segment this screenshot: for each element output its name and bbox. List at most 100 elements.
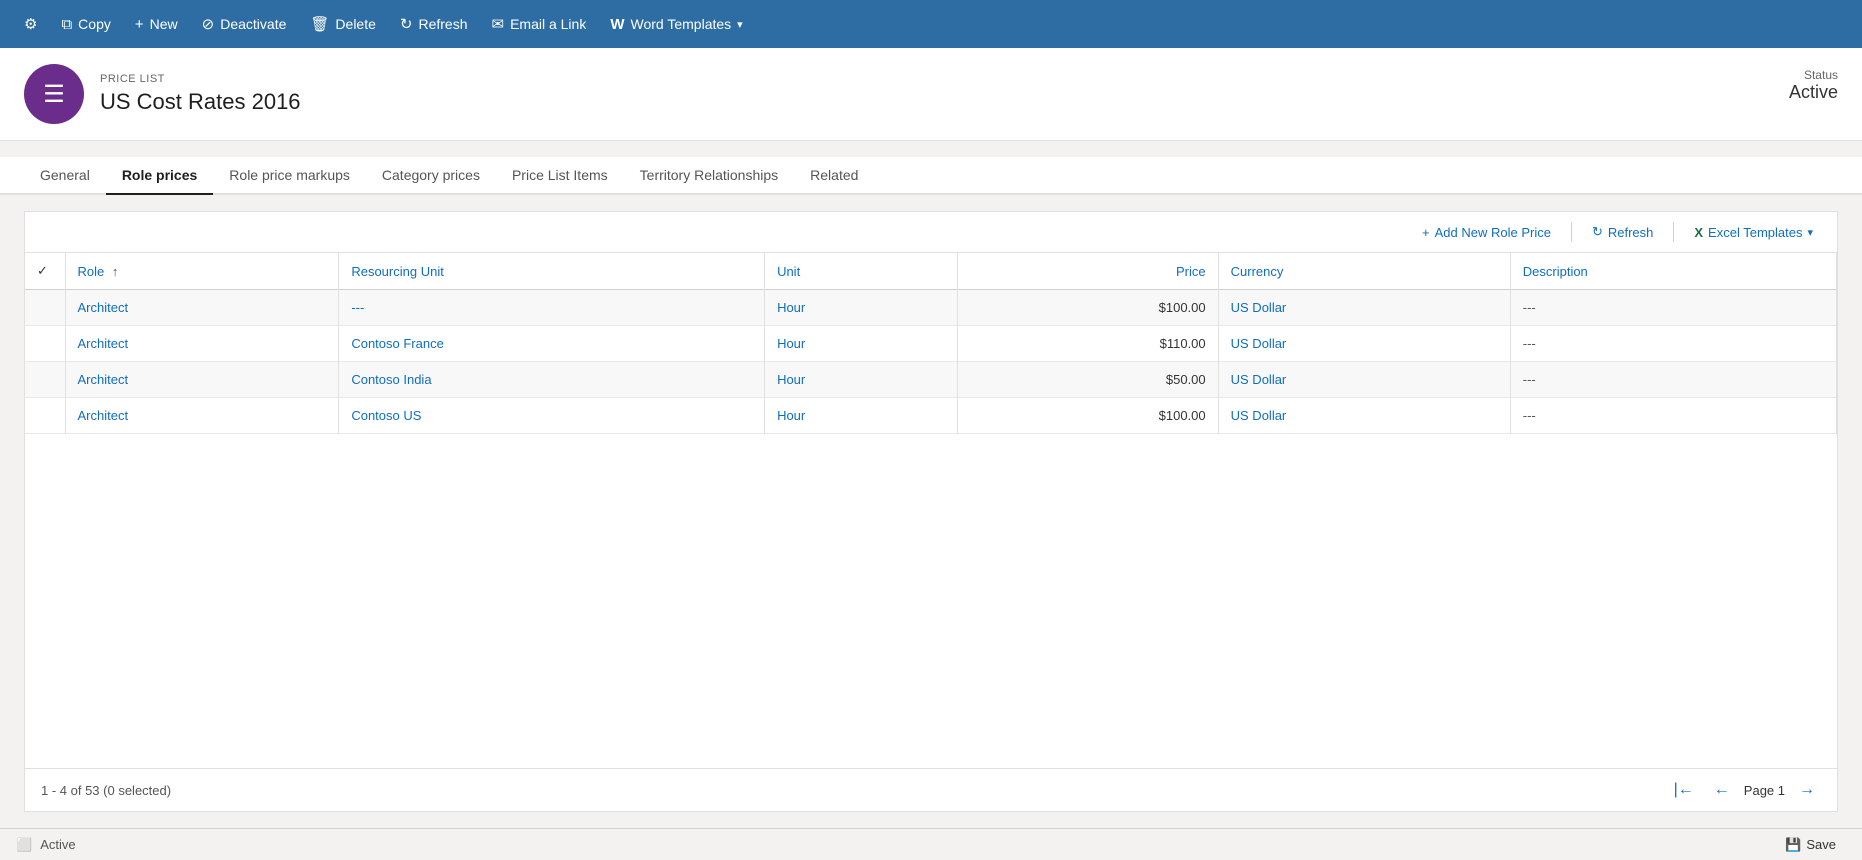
word-icon: W bbox=[610, 16, 624, 33]
row-role[interactable]: Architect bbox=[65, 290, 339, 326]
settings-icon: ⚙ bbox=[24, 15, 37, 33]
th-check[interactable]: ✓ bbox=[25, 253, 65, 290]
grid-panel: + Add New Role Price ↻ Refresh X Excel T… bbox=[24, 211, 1838, 812]
sort-icon: ↑ bbox=[112, 264, 119, 279]
first-page-button[interactable]: |← bbox=[1668, 779, 1700, 801]
grid-refresh-button[interactable]: ↻ Refresh bbox=[1584, 220, 1661, 244]
row-resourcing-unit[interactable]: --- bbox=[339, 290, 765, 326]
table-row[interactable]: Architect --- Hour $100.00 US Dollar --- bbox=[25, 290, 1837, 326]
dropdown-chevron-icon: ▾ bbox=[737, 18, 743, 31]
row-description: --- bbox=[1510, 290, 1836, 326]
table-body: Architect --- Hour $100.00 US Dollar ---… bbox=[25, 290, 1837, 434]
status-bar-icon: ⬜ bbox=[16, 837, 32, 853]
refresh-button[interactable]: ↻ Refresh bbox=[388, 9, 480, 39]
record-name: US Cost Rates 2016 bbox=[100, 89, 1838, 115]
status-bar-right: 💾 Save bbox=[1775, 833, 1846, 857]
row-check[interactable] bbox=[25, 398, 65, 434]
copy-button[interactable]: ⧉ Copy bbox=[49, 10, 122, 39]
tabs-bar: General Role prices Role price markups C… bbox=[0, 157, 1862, 195]
row-unit[interactable]: Hour bbox=[765, 290, 958, 326]
settings-button[interactable]: ⚙ bbox=[12, 9, 49, 39]
row-currency[interactable]: US Dollar bbox=[1218, 290, 1510, 326]
row-role[interactable]: Architect bbox=[65, 398, 339, 434]
new-icon: + bbox=[135, 16, 144, 33]
record-type: PRICE LIST bbox=[100, 73, 1838, 85]
row-resourcing-unit[interactable]: Contoso France bbox=[339, 326, 765, 362]
status-bar: ⬜ Active 💾 Save bbox=[0, 828, 1862, 860]
tab-territory-relationships[interactable]: Territory Relationships bbox=[624, 157, 795, 195]
word-templates-button[interactable]: W Word Templates ▾ bbox=[598, 10, 754, 39]
row-currency[interactable]: US Dollar bbox=[1218, 362, 1510, 398]
status-label: Status bbox=[1789, 68, 1838, 82]
tab-role-prices[interactable]: Role prices bbox=[106, 157, 213, 195]
toolbar-separator-1 bbox=[1571, 222, 1572, 242]
status-bar-text: Active bbox=[40, 837, 75, 852]
table-row[interactable]: Architect Contoso France Hour $110.00 US… bbox=[25, 326, 1837, 362]
th-unit[interactable]: Unit bbox=[765, 253, 958, 290]
row-description: --- bbox=[1510, 398, 1836, 434]
excel-dropdown-icon: ▾ bbox=[1807, 226, 1813, 239]
delete-icon: 🗑 bbox=[310, 15, 329, 33]
table-row[interactable]: Architect Contoso India Hour $50.00 US D… bbox=[25, 362, 1837, 398]
next-page-button[interactable]: → bbox=[1793, 779, 1821, 801]
tab-general[interactable]: General bbox=[24, 157, 106, 195]
role-prices-table: ✓ Role ↑ Resourcing Unit Unit bbox=[25, 253, 1837, 434]
data-table: ✓ Role ↑ Resourcing Unit Unit bbox=[25, 253, 1837, 768]
row-resourcing-unit[interactable]: Contoso US bbox=[339, 398, 765, 434]
record-status: Status Active bbox=[1789, 68, 1838, 103]
row-price: $110.00 bbox=[957, 326, 1218, 362]
copy-icon: ⧉ bbox=[61, 16, 72, 33]
row-role[interactable]: Architect bbox=[65, 326, 339, 362]
delete-button[interactable]: 🗑 Delete bbox=[298, 9, 388, 39]
email-link-button[interactable]: ✉ Email a Link bbox=[480, 9, 599, 39]
th-currency[interactable]: Currency bbox=[1218, 253, 1510, 290]
row-unit[interactable]: Hour bbox=[765, 326, 958, 362]
row-resourcing-unit[interactable]: Contoso India bbox=[339, 362, 765, 398]
row-check[interactable] bbox=[25, 362, 65, 398]
record-header: ☰ PRICE LIST US Cost Rates 2016 Status A… bbox=[0, 48, 1862, 141]
row-unit[interactable]: Hour bbox=[765, 362, 958, 398]
row-price: $50.00 bbox=[957, 362, 1218, 398]
excel-templates-button[interactable]: X Excel Templates ▾ bbox=[1686, 221, 1821, 244]
record-info: PRICE LIST US Cost Rates 2016 bbox=[100, 73, 1838, 115]
grid-footer: 1 - 4 of 53 (0 selected) |← ← Page 1 → bbox=[25, 768, 1837, 811]
tab-related[interactable]: Related bbox=[794, 157, 874, 195]
row-price: $100.00 bbox=[957, 290, 1218, 326]
status-value: Active bbox=[1789, 82, 1838, 103]
grid-refresh-icon: ↻ bbox=[1592, 224, 1603, 240]
deactivate-button[interactable]: ⊘ Deactivate bbox=[190, 9, 299, 39]
tab-category-prices[interactable]: Category prices bbox=[366, 157, 496, 195]
prev-page-button[interactable]: ← bbox=[1708, 779, 1736, 801]
toolbar-separator-2 bbox=[1673, 222, 1674, 242]
add-new-role-price-button[interactable]: + Add New Role Price bbox=[1414, 221, 1559, 244]
row-currency[interactable]: US Dollar bbox=[1218, 326, 1510, 362]
row-check[interactable] bbox=[25, 326, 65, 362]
table-header-row: ✓ Role ↑ Resourcing Unit Unit bbox=[25, 253, 1837, 290]
tab-price-list-items[interactable]: Price List Items bbox=[496, 157, 624, 195]
th-resourcing-unit[interactable]: Resourcing Unit bbox=[339, 253, 765, 290]
row-currency[interactable]: US Dollar bbox=[1218, 398, 1510, 434]
avatar-icon: ☰ bbox=[43, 80, 65, 109]
new-button[interactable]: + New bbox=[123, 10, 190, 39]
table-row[interactable]: Architect Contoso US Hour $100.00 US Dol… bbox=[25, 398, 1837, 434]
th-description[interactable]: Description bbox=[1510, 253, 1836, 290]
row-unit[interactable]: Hour bbox=[765, 398, 958, 434]
main-toolbar: ⚙ ⧉ Copy + New ⊘ Deactivate 🗑 Delete ↻ R… bbox=[0, 0, 1862, 48]
row-description: --- bbox=[1510, 326, 1836, 362]
grid-toolbar: + Add New Role Price ↻ Refresh X Excel T… bbox=[25, 212, 1837, 253]
row-check[interactable] bbox=[25, 290, 65, 326]
email-icon: ✉ bbox=[492, 15, 505, 33]
main-content: + Add New Role Price ↻ Refresh X Excel T… bbox=[0, 195, 1862, 828]
tab-role-price-markups[interactable]: Role price markups bbox=[213, 157, 366, 195]
avatar: ☰ bbox=[24, 64, 84, 124]
row-price: $100.00 bbox=[957, 398, 1218, 434]
check-icon: ✓ bbox=[37, 263, 48, 278]
th-price[interactable]: Price bbox=[957, 253, 1218, 290]
th-role[interactable]: Role ↑ bbox=[65, 253, 339, 290]
save-button[interactable]: 💾 Save bbox=[1775, 833, 1846, 857]
row-role[interactable]: Architect bbox=[65, 362, 339, 398]
row-description: --- bbox=[1510, 362, 1836, 398]
save-icon: 💾 bbox=[1785, 837, 1801, 853]
deactivate-icon: ⊘ bbox=[202, 15, 215, 33]
pagination: |← ← Page 1 → bbox=[1668, 779, 1821, 801]
